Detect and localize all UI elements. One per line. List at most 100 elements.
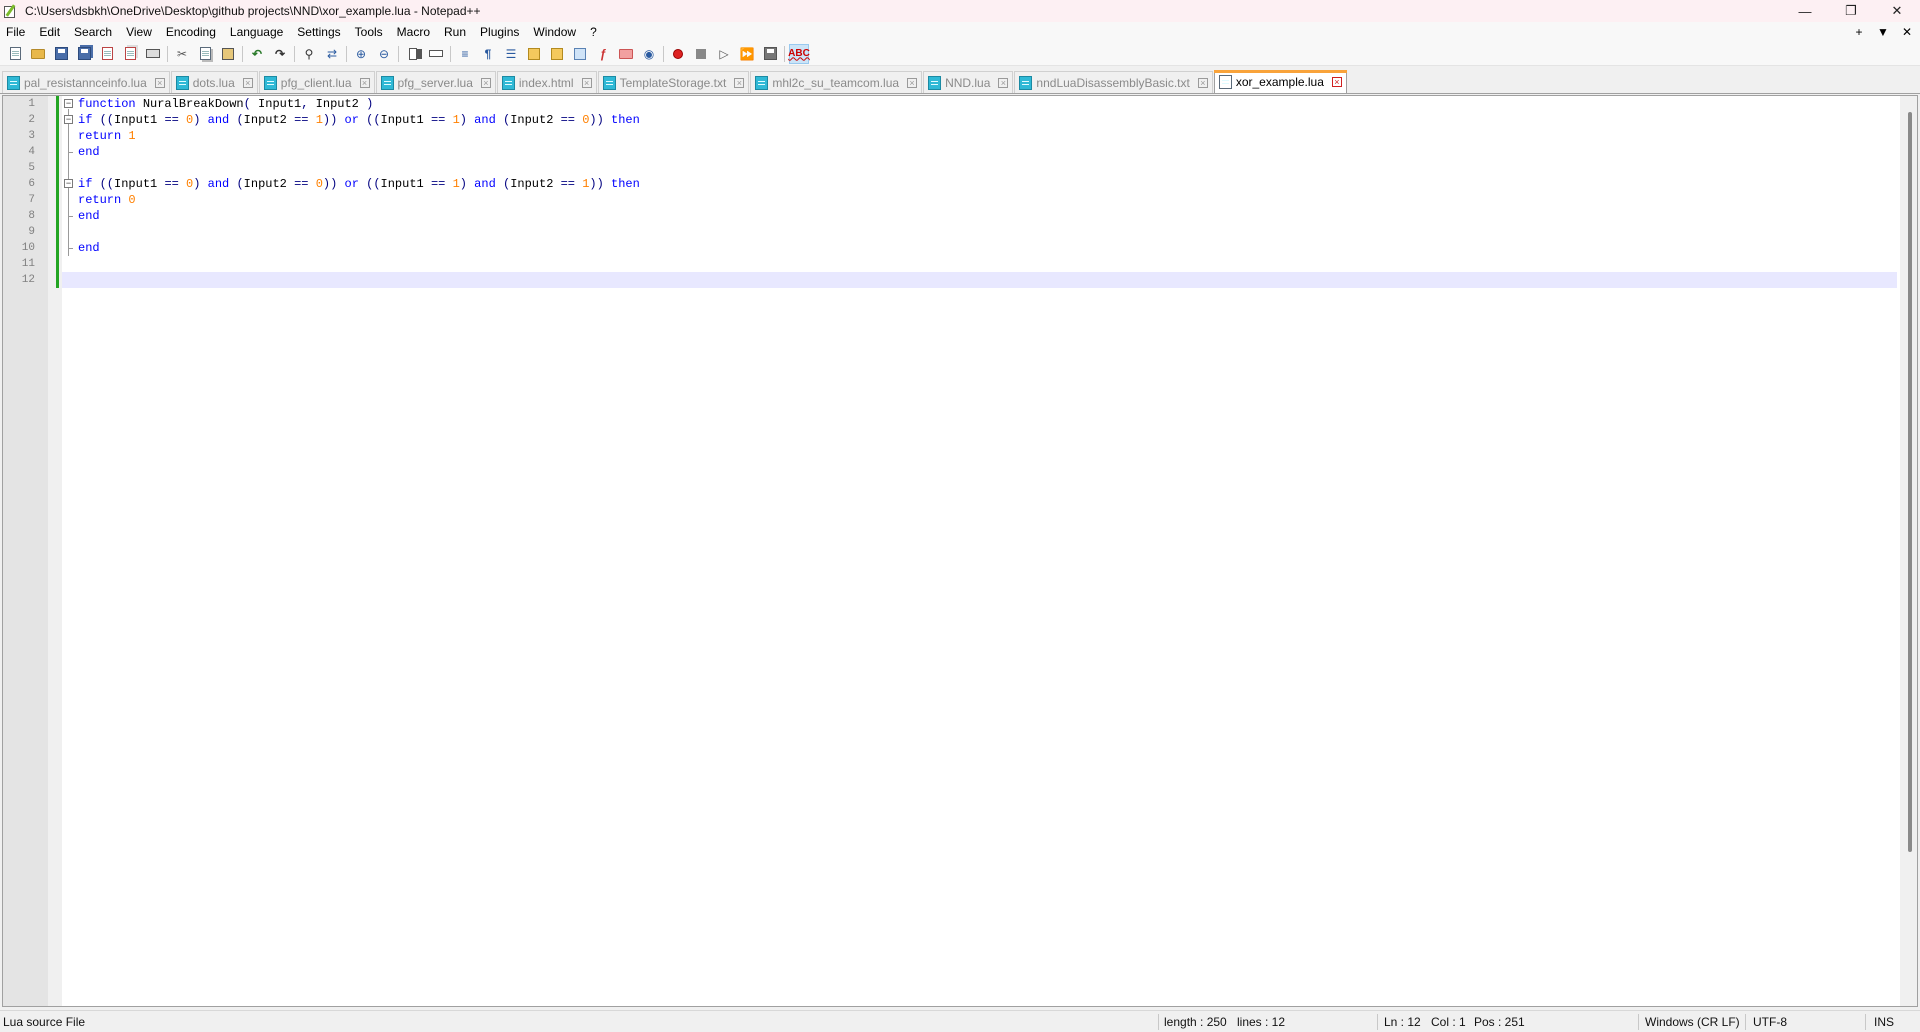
editor[interactable]: 1 2 3 4 5 6 7 8 9 10 11 12 − − − functio…: [2, 95, 1918, 1007]
tab-close-icon[interactable]: ×: [359, 77, 370, 88]
tab-label: NND.lua: [945, 75, 991, 90]
close-doc-button[interactable]: ✕: [1900, 25, 1914, 39]
toolbar-separator: [346, 45, 347, 62]
replace-icon[interactable]: ⇄: [322, 44, 342, 64]
redo-icon[interactable]: ↷: [270, 44, 290, 64]
menu-run[interactable]: Run: [437, 22, 473, 42]
tab-close-icon[interactable]: ×: [581, 77, 592, 88]
doc-map-icon[interactable]: [547, 44, 567, 64]
file-icon: [1019, 75, 1033, 90]
udl-icon[interactable]: [524, 44, 544, 64]
sync-vertical-icon[interactable]: [403, 44, 423, 64]
paste-icon[interactable]: [218, 44, 238, 64]
menu-encoding[interactable]: Encoding: [159, 22, 223, 42]
tab-mhl2c-su-teamcom[interactable]: mhl2c_su_teamcom.lua ×: [750, 71, 923, 93]
close-icon[interactable]: [97, 44, 117, 64]
tab-template-storage[interactable]: TemplateStorage.txt ×: [597, 71, 750, 93]
tab-close-icon[interactable]: ×: [907, 77, 918, 88]
operator-token: ==: [430, 113, 446, 127]
menu-settings[interactable]: Settings: [290, 22, 347, 42]
save-all-icon[interactable]: [74, 44, 94, 64]
cut-icon[interactable]: ✂: [172, 44, 192, 64]
new-tab-button[interactable]: +: [1852, 25, 1866, 39]
tab-close-icon[interactable]: ×: [242, 77, 253, 88]
zoom-in-icon[interactable]: ⊕: [351, 44, 371, 64]
tab-close-icon[interactable]: ×: [1197, 77, 1208, 88]
status-eol[interactable]: Windows (CR LF): [1645, 1011, 1740, 1032]
minimize-button[interactable]: —: [1782, 0, 1828, 22]
copy-icon[interactable]: [195, 44, 215, 64]
tab-label: pfg_client.lua: [280, 75, 352, 90]
keyword-token: end: [78, 241, 100, 255]
operator-token: ((: [99, 177, 115, 191]
restore-button[interactable]: ❐: [1828, 0, 1874, 22]
tab-list-dropdown[interactable]: ▼: [1876, 25, 1890, 39]
status-bar: Lua source File length : 250 lines : 12 …: [0, 1010, 1920, 1032]
tab-index-html[interactable]: index.html ×: [496, 71, 597, 93]
stop-macro-icon[interactable]: [691, 44, 711, 64]
keyword-token: if: [78, 177, 93, 191]
status-separator: [1377, 1014, 1378, 1030]
function-list-icon[interactable]: ƒ: [593, 44, 613, 64]
folder-workspace-icon[interactable]: [616, 44, 636, 64]
menu-language[interactable]: Language: [223, 22, 290, 42]
tab-close-icon[interactable]: ×: [480, 77, 491, 88]
menu-file[interactable]: File: [0, 22, 32, 42]
record-macro-icon[interactable]: [668, 44, 688, 64]
menu-tools[interactable]: Tools: [348, 22, 390, 42]
menu-help[interactable]: ?: [583, 22, 604, 42]
code-area[interactable]: function NuralBreakDown( Input1, Input2 …: [62, 96, 1897, 1006]
file-icon: [1218, 75, 1232, 89]
status-encoding[interactable]: UTF-8: [1753, 1011, 1787, 1032]
tab-close-icon[interactable]: ×: [1331, 77, 1342, 87]
sync-horizontal-icon[interactable]: [426, 44, 446, 64]
vertical-scrollbar[interactable]: [1900, 96, 1917, 1006]
menu-view[interactable]: View: [119, 22, 159, 42]
number-token: 0: [582, 113, 590, 127]
indent-guide-icon[interactable]: ☰: [501, 44, 521, 64]
menu-plugins[interactable]: Plugins: [473, 22, 526, 42]
save-icon[interactable]: [51, 44, 71, 64]
open-file-icon[interactable]: [28, 44, 48, 64]
tab-pal-resistannceinfo[interactable]: pal_resistannceinfo.lua ×: [2, 71, 170, 93]
close-window-button[interactable]: ✕: [1874, 0, 1920, 22]
print-icon[interactable]: [143, 44, 163, 64]
doc-list-icon[interactable]: [570, 44, 590, 64]
tab-dots[interactable]: dots.lua ×: [170, 71, 258, 93]
play-macro-icon[interactable]: ▷: [714, 44, 734, 64]
show-all-chars-icon[interactable]: ¶: [478, 44, 498, 64]
menu-macro[interactable]: Macro: [390, 22, 437, 42]
new-file-icon[interactable]: [5, 44, 25, 64]
tab-close-icon[interactable]: ×: [734, 77, 745, 88]
save-macro-icon[interactable]: [760, 44, 780, 64]
find-icon[interactable]: ⚲: [299, 44, 319, 64]
status-mode[interactable]: INS: [1874, 1011, 1894, 1032]
menu-search[interactable]: Search: [67, 22, 119, 42]
tab-close-icon[interactable]: ×: [998, 77, 1009, 88]
run-multiple-macro-icon[interactable]: ⏩: [737, 44, 757, 64]
zoom-out-icon[interactable]: ⊖: [374, 44, 394, 64]
undo-icon[interactable]: ↶: [247, 44, 267, 64]
spell-check-icon[interactable]: ABC: [788, 43, 810, 64]
keyword-token: then: [611, 177, 640, 191]
menu-edit[interactable]: Edit: [32, 22, 67, 42]
code-line: end: [78, 208, 100, 224]
menu-window[interactable]: Window: [526, 22, 583, 42]
tab-nnd[interactable]: NND.lua ×: [923, 71, 1014, 93]
code-line: end: [78, 144, 100, 160]
tab-pfg-server[interactable]: pfg_server.lua ×: [375, 71, 496, 93]
close-all-icon[interactable]: [120, 44, 140, 64]
tab-pfg-client[interactable]: pfg_client.lua ×: [258, 71, 375, 93]
word-wrap-icon[interactable]: ≡: [455, 44, 475, 64]
scrollbar-thumb[interactable]: [1908, 112, 1912, 852]
status-separator: [1158, 1014, 1159, 1030]
tab-xor-example[interactable]: xor_example.lua ×: [1213, 70, 1347, 93]
monitoring-icon[interactable]: ◉: [639, 44, 659, 64]
tab-nnd-lua-disassembly[interactable]: nndLuaDisassemblyBasic.txt ×: [1014, 71, 1213, 93]
tab-close-icon[interactable]: ×: [154, 77, 165, 88]
